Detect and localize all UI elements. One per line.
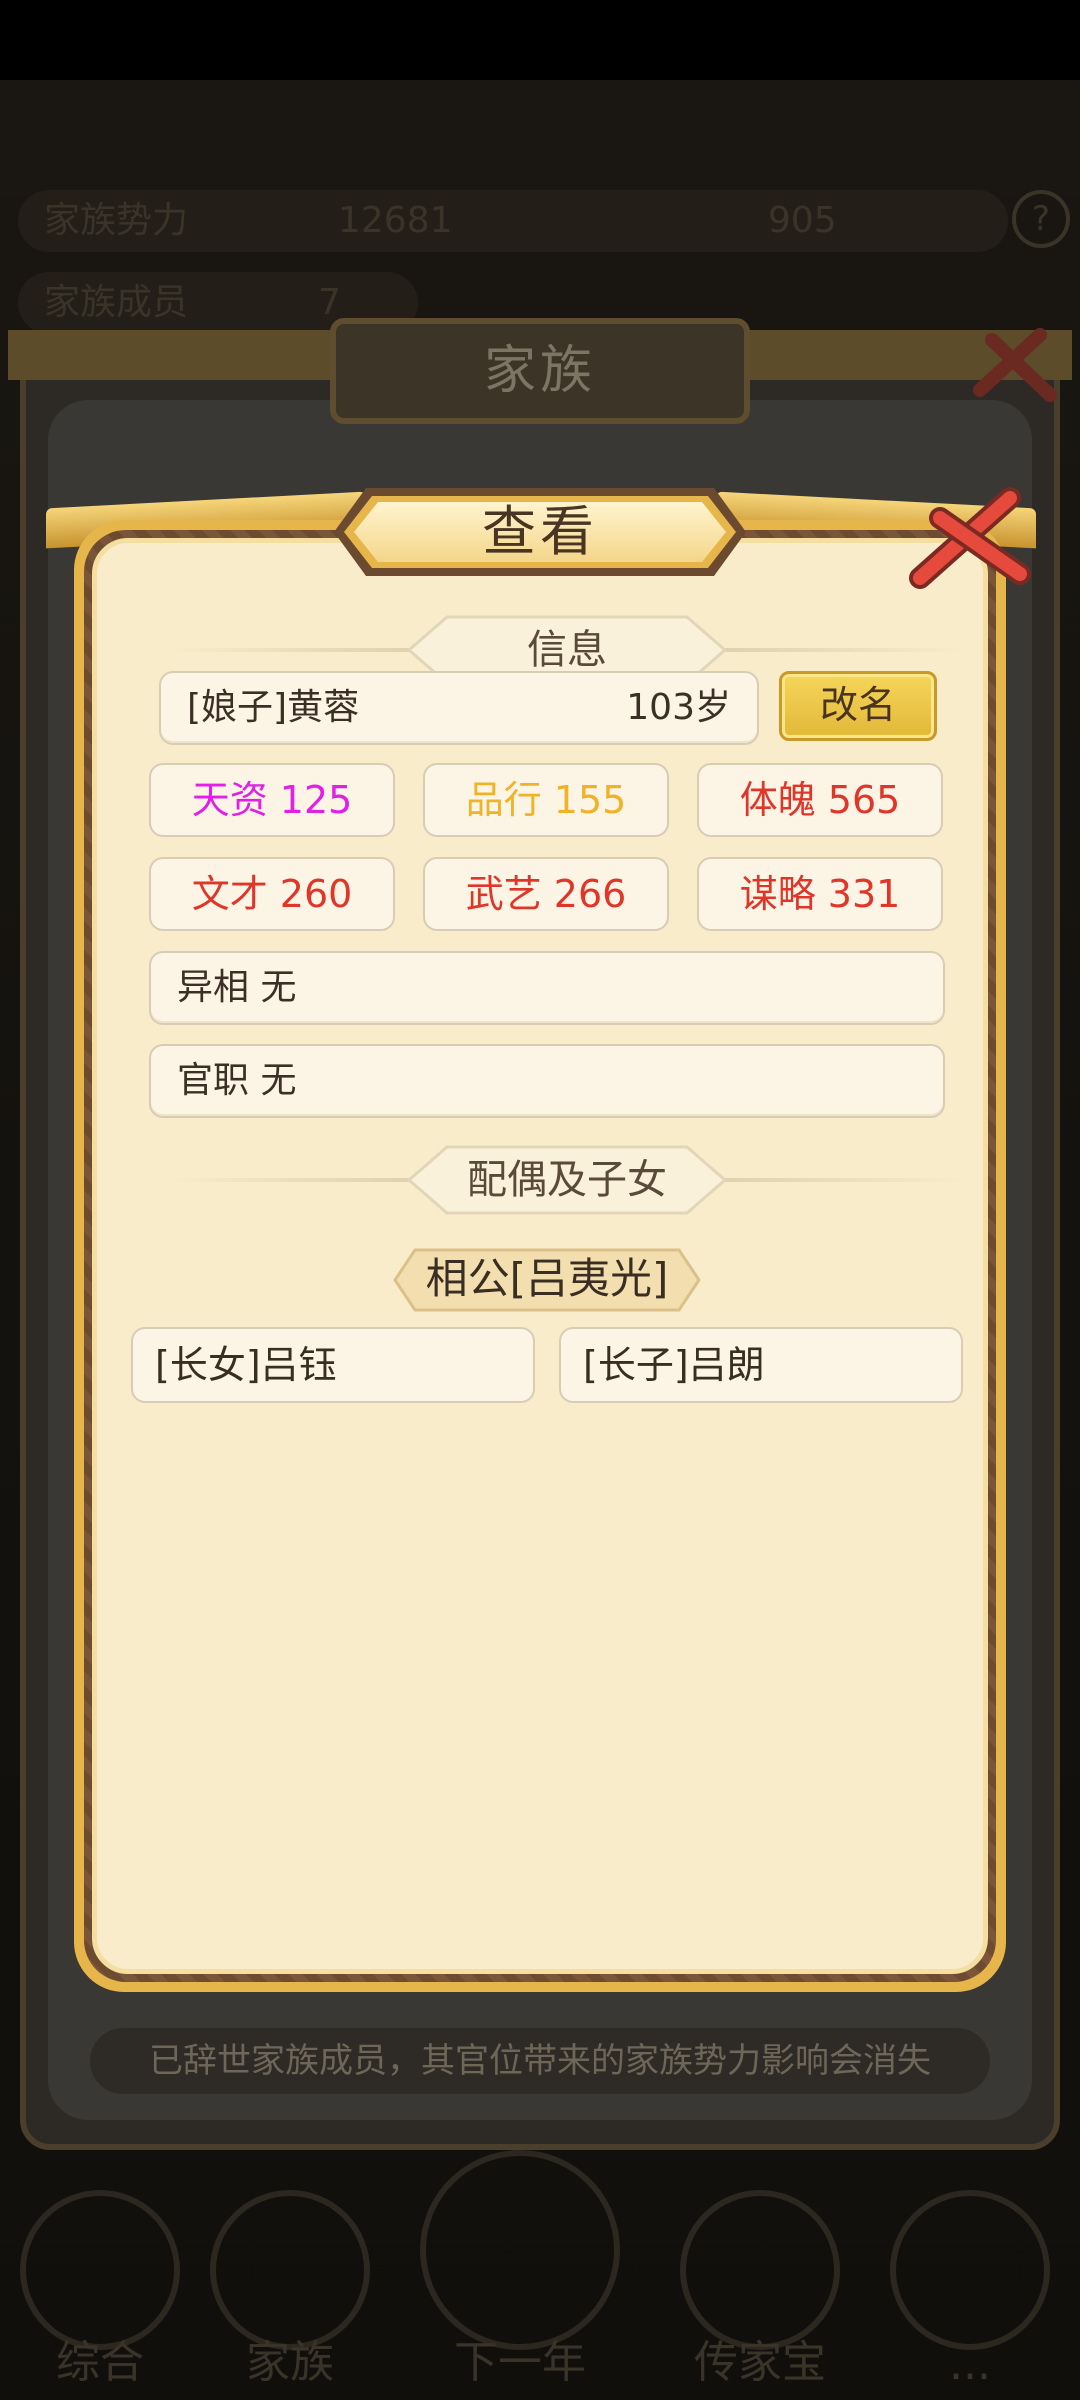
bg-right-value: 905: [768, 200, 837, 241]
bg-influence-value: 12681: [338, 200, 453, 241]
nav-more-icon: [890, 2190, 1050, 2350]
member-name: [娘子]黄蓉: [187, 687, 360, 728]
nav-heirloom[interactable]: 传家宝: [670, 2190, 850, 2390]
nav-family-label: 家族: [246, 2337, 334, 2388]
bg-influence-label: 家族势力: [44, 200, 189, 241]
bg-influence-row: 家族势力 12681 905: [18, 190, 1008, 252]
member-age: 103岁: [626, 687, 731, 728]
child-item-eldest-daughter[interactable]: [长女]吕钰: [131, 1327, 535, 1403]
stat-conduct: 品行 155: [423, 763, 669, 837]
bg-members-label: 家族成员: [44, 282, 189, 323]
family-panel-wing-left: [8, 330, 338, 380]
nav-more[interactable]: ...: [880, 2190, 1060, 2390]
nav-next-year-icon: [420, 2150, 620, 2350]
rename-button[interactable]: 改名: [779, 671, 937, 741]
help-icon: ?: [1012, 190, 1070, 248]
dialog-border: 信息 [娘子]黄蓉 103岁 改名 天资 125 品行 155 体魄 565 文…: [84, 530, 996, 1982]
family-header-pill: 配偶及子女: [406, 1145, 728, 1215]
family-panel-close-icon: [973, 328, 1057, 402]
stat-talent: 天资 125: [149, 763, 395, 837]
spouse-tag[interactable]: 相公[吕夷光]: [393, 1248, 701, 1312]
child-item-eldest-son[interactable]: [长子]吕朗: [559, 1327, 963, 1403]
nav-family[interactable]: 家族: [200, 2190, 380, 2390]
office-field: 官职 无: [149, 1044, 945, 1118]
stat-strategy: 谋略 331: [697, 857, 943, 931]
view-dialog: 信息 [娘子]黄蓉 103岁 改名 天资 125 品行 155 体魄 565 文…: [74, 520, 1006, 1992]
dialog-body: 信息 [娘子]黄蓉 103岁 改名 天资 125 品行 155 体魄 565 文…: [92, 538, 988, 1974]
member-name-field: [娘子]黄蓉 103岁: [159, 671, 759, 745]
dialog-title-banner: 查看: [330, 484, 750, 580]
family-panel-title: 家族: [330, 318, 750, 424]
nav-heirloom-label: 传家宝: [694, 2337, 826, 2388]
nav-next-year[interactable]: 下一年: [420, 2150, 620, 2390]
stat-literary: 文才 260: [149, 857, 395, 931]
trait-field: 异相 无: [149, 951, 945, 1025]
close-icon[interactable]: [900, 478, 1040, 598]
spouse-name: 相公[吕夷光]: [425, 1254, 669, 1303]
family-section-header: 配偶及子女: [167, 1145, 967, 1215]
family-header-text: 配偶及子女: [467, 1157, 667, 1203]
family-notice: 已辞世家族成员，其官位带来的家族势力影响会消失: [90, 2028, 990, 2094]
bottom-nav: 综合 家族 下一年 传家宝 ...: [0, 2150, 1080, 2400]
nav-more-label: ...: [949, 2339, 991, 2390]
nav-next-year-label: 下一年: [454, 2337, 586, 2388]
stat-physique: 体魄 565: [697, 763, 943, 837]
nav-overview[interactable]: 综合: [10, 2190, 190, 2390]
dialog-title: 查看: [482, 500, 598, 563]
stat-martial: 武艺 266: [423, 857, 669, 931]
nav-overview-label: 综合: [56, 2337, 144, 2388]
